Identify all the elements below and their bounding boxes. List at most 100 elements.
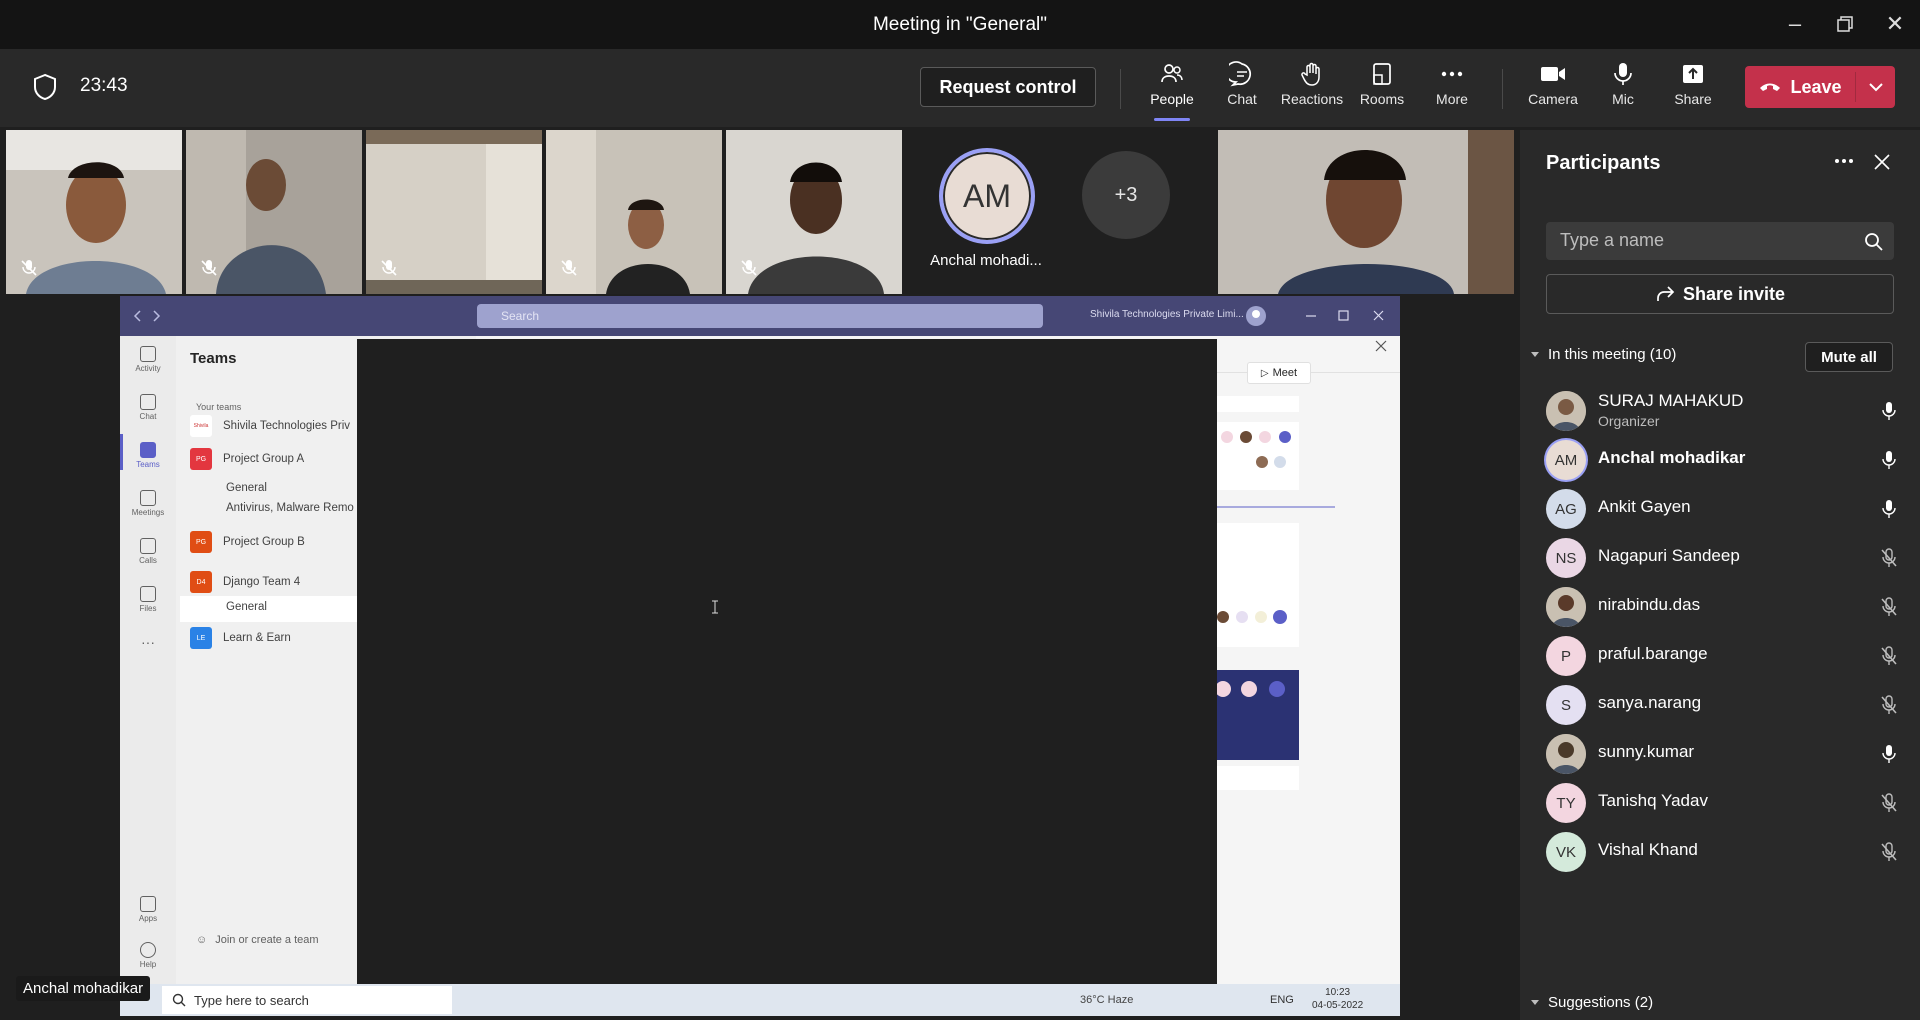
participant-video-tile[interactable] bbox=[546, 130, 722, 294]
video-icon: ▷ bbox=[1260, 367, 1269, 379]
share-button[interactable]: Share bbox=[1658, 61, 1728, 117]
restore-button[interactable] bbox=[1820, 8, 1870, 40]
minimize-button[interactable]: – bbox=[1770, 8, 1820, 40]
participant-video-tile[interactable] bbox=[366, 130, 542, 294]
leave-options-button[interactable] bbox=[1856, 66, 1895, 108]
shared-app-rail: Activity Chat Teams Meetings Calls Files… bbox=[120, 336, 176, 1016]
avatar-icon bbox=[1246, 306, 1266, 326]
taskbar-language: ENG bbox=[1270, 994, 1294, 1006]
shared-blank-overlay bbox=[357, 339, 1217, 1016]
mute-all-button[interactable]: Mute all bbox=[1805, 342, 1893, 372]
avatar: VK bbox=[1546, 832, 1586, 872]
participant-name: Ankit Gayen bbox=[1598, 497, 1691, 516]
more-button[interactable]: More bbox=[1417, 61, 1487, 117]
participant-row[interactable]: VK Vishal Khand bbox=[1546, 828, 1908, 876]
search-icon bbox=[1865, 233, 1883, 251]
microphone-icon bbox=[1880, 499, 1898, 524]
share-screen-icon bbox=[1683, 65, 1703, 83]
teams-header: Teams bbox=[190, 350, 237, 367]
participant-avatar-tile[interactable]: AM Anchal mohadi... bbox=[906, 130, 1066, 294]
camera-icon bbox=[1541, 67, 1565, 81]
camera-button[interactable]: Camera bbox=[1518, 61, 1588, 117]
avatar: AM bbox=[939, 148, 1035, 244]
chevron-down-icon bbox=[1868, 83, 1883, 92]
camera-label: Camera bbox=[1528, 91, 1578, 107]
participant-name: Anchal mohadikar bbox=[1598, 448, 1746, 467]
participant-row[interactable]: nirabindu.das bbox=[1546, 583, 1908, 631]
rail-teams: Teams bbox=[120, 442, 176, 469]
close-panel-icon[interactable] bbox=[1874, 154, 1890, 170]
avatar: AG bbox=[1546, 489, 1586, 529]
team-row: LE Learn & Earn bbox=[190, 627, 291, 649]
participant-row[interactable]: TY Tanishq Yadav bbox=[1546, 779, 1908, 827]
shared-channel-pane: ▷ Meet bbox=[1215, 336, 1400, 1016]
more-participants-button[interactable]: +3 bbox=[1082, 151, 1170, 239]
taskbar-clock: 10:23 04-05-2022 bbox=[1312, 987, 1364, 1011]
reactions-button[interactable]: Reactions bbox=[1277, 61, 1347, 117]
team-row: PG Project Group A bbox=[190, 448, 304, 470]
text-cursor-icon bbox=[712, 600, 718, 614]
shield-icon bbox=[32, 73, 58, 106]
rail-activity: Activity bbox=[120, 346, 176, 373]
chevron-down-icon bbox=[1531, 999, 1539, 1005]
participants-panel: Participants Type a name Share invite In… bbox=[1520, 130, 1920, 1020]
avatar bbox=[1546, 587, 1586, 627]
shared-screen[interactable]: Search Shivila Technologies Private Limi… bbox=[120, 296, 1400, 1016]
meet-button: ▷ Meet bbox=[1247, 362, 1311, 384]
mic-button[interactable]: Mic bbox=[1588, 61, 1658, 117]
mic-off-icon bbox=[740, 259, 758, 282]
mic-off-icon bbox=[560, 259, 578, 282]
mic-off-icon bbox=[1880, 597, 1898, 622]
mic-label: Mic bbox=[1612, 91, 1634, 107]
chat-icon bbox=[1229, 61, 1252, 87]
participant-video-tile[interactable] bbox=[1218, 130, 1514, 294]
suggestions-section-toggle[interactable]: Suggestions (2) bbox=[1530, 994, 1653, 1011]
participant-name: nirabindu.das bbox=[1598, 595, 1701, 614]
window-title: Meeting in "General" bbox=[872, 14, 1048, 35]
share-icon bbox=[1657, 286, 1675, 301]
participant-name: Tanishq Yadav bbox=[1598, 791, 1708, 810]
leave-label: Leave bbox=[1790, 76, 1842, 97]
people-icon bbox=[1161, 64, 1183, 83]
request-control-button[interactable]: Request control bbox=[920, 67, 1096, 107]
in-meeting-section-toggle[interactable]: In this meeting (10) bbox=[1530, 346, 1676, 363]
more-options-icon[interactable] bbox=[1834, 158, 1854, 164]
participant-row[interactable]: Ppraful.barange bbox=[1546, 632, 1908, 680]
participant-video-tile[interactable] bbox=[186, 130, 362, 294]
mic-off-icon bbox=[380, 259, 398, 282]
divider bbox=[1120, 69, 1121, 109]
participant-row[interactable]: NS Nagapuri Sandeep bbox=[1546, 534, 1908, 582]
search-icon bbox=[172, 993, 186, 1007]
rail-help: Help bbox=[120, 942, 176, 969]
participant-row[interactable]: sunny.kumar bbox=[1546, 730, 1908, 778]
people-button[interactable]: People bbox=[1137, 61, 1207, 117]
leave-button[interactable]: Leave bbox=[1745, 66, 1855, 108]
participant-video-tile[interactable] bbox=[726, 130, 902, 294]
chat-button[interactable]: Chat bbox=[1207, 61, 1277, 117]
rooms-button[interactable]: Rooms bbox=[1347, 61, 1417, 117]
mic-off-icon bbox=[1880, 646, 1898, 671]
participant-row[interactable]: AG Ankit Gayen bbox=[1546, 485, 1908, 533]
participant-name: Nagapuri Sandeep bbox=[1598, 546, 1740, 565]
rail-active-indicator bbox=[120, 434, 123, 470]
participant-row[interactable]: AM Anchal mohadikar bbox=[1546, 436, 1908, 484]
share-invite-button[interactable]: Share invite bbox=[1546, 274, 1894, 314]
participant-role: Organizer bbox=[1598, 413, 1660, 429]
rail-more: ··· bbox=[141, 634, 155, 650]
close-window-button[interactable]: ✕ bbox=[1870, 8, 1920, 40]
more-icon bbox=[1441, 71, 1463, 77]
rail-chat: Chat bbox=[120, 394, 176, 421]
presenter-name-tag: Anchal mohadikar bbox=[16, 976, 151, 1001]
leave-button-group: Leave bbox=[1745, 66, 1895, 108]
share-label: Share bbox=[1674, 91, 1712, 107]
participant-row[interactable]: Ssanya.narang bbox=[1546, 681, 1908, 729]
shared-org-name: Shivila Technologies Private Limi... bbox=[1090, 309, 1244, 320]
rooms-icon bbox=[1373, 63, 1391, 85]
channel-row: General bbox=[226, 482, 267, 494]
participant-search-input[interactable]: Type a name bbox=[1546, 222, 1894, 260]
hang-up-icon bbox=[1760, 83, 1781, 91]
participant-video-tile[interactable] bbox=[6, 130, 182, 294]
participant-name: Anchal mohadi... bbox=[930, 252, 1042, 269]
participant-row[interactable]: SURAJ MAHAKUD Organizer bbox=[1546, 387, 1908, 435]
chevron-down-icon bbox=[1531, 351, 1539, 357]
